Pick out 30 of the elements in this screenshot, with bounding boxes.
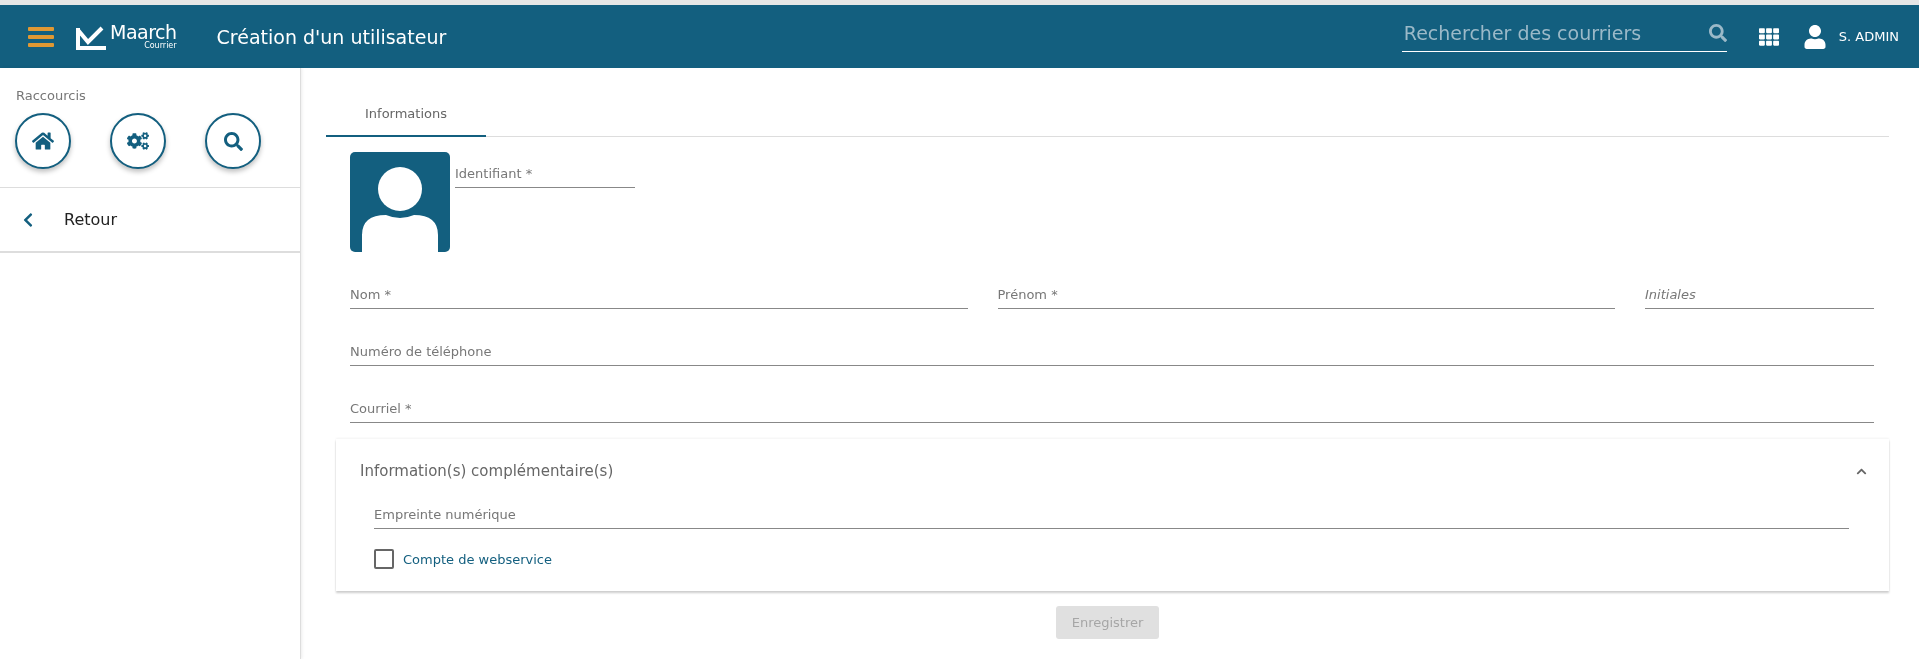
text-field[interactable]: Nom *	[350, 283, 968, 309]
search-icon[interactable]	[1708, 24, 1727, 42]
text-field[interactable]: Numéro de téléphone	[350, 340, 1874, 366]
logo-icon	[76, 26, 108, 50]
user-name[interactable]: S. ADMIN	[1838, 29, 1899, 44]
gears-icon	[127, 130, 149, 152]
panel-header[interactable]: Information(s) complémentaire(s)	[336, 439, 1889, 503]
user-icon[interactable]	[1802, 24, 1827, 49]
text-field[interactable]: Courriel *	[350, 397, 1874, 423]
home-button[interactable]	[15, 113, 71, 169]
fingerprint-field[interactable]: Empreinte numérique	[374, 503, 1849, 529]
search-icon	[223, 131, 243, 151]
checkbox[interactable]	[374, 549, 394, 569]
apps-grid-icon[interactable]	[1758, 26, 1779, 47]
logo-name: Maarch	[110, 23, 177, 42]
text-field[interactable]: Prénom *	[997, 283, 1615, 309]
page-title: Création d'un utilisateur	[216, 25, 447, 48]
menu-icon[interactable]	[28, 26, 54, 47]
home-icon	[32, 130, 54, 152]
tab[interactable]: Informations	[326, 90, 486, 137]
panel-title: Information(s) complémentaire(s)	[360, 462, 614, 480]
text-field[interactable]: Initiales	[1645, 283, 1874, 309]
logo-subtitle: Courrier	[144, 42, 177, 50]
shortcuts-title: Raccourcis	[15, 87, 87, 105]
back-link[interactable]: Retour	[64, 210, 118, 229]
search-button[interactable]	[205, 113, 261, 169]
checkbox-label[interactable]: Compte de webservice	[403, 551, 552, 567]
identifier-field[interactable]: Identifiant *	[455, 162, 635, 188]
search-field[interactable]: Rechercher des courriers	[1401, 21, 1727, 52]
settings-button[interactable]	[110, 113, 166, 169]
